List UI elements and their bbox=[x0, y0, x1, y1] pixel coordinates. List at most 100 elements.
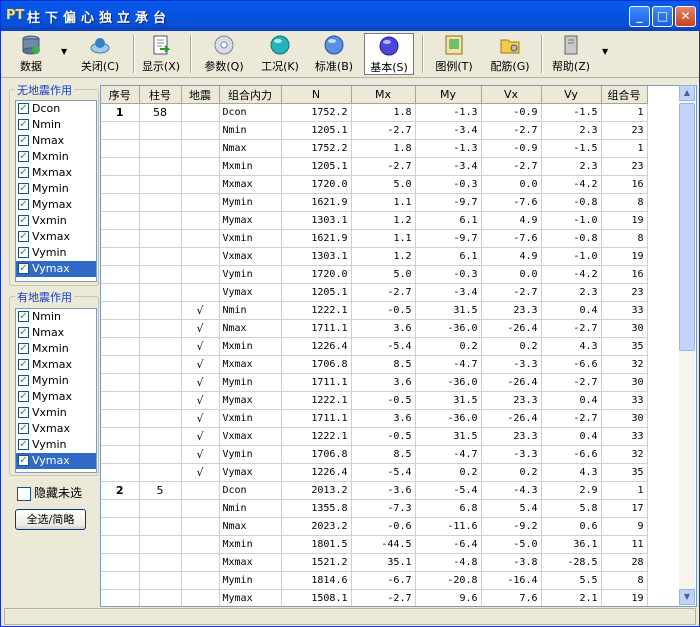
table-row[interactable]: √ Nmax 1711.1 3.6 -36.0 -26.4 -2.7 30 bbox=[101, 319, 648, 338]
table-row[interactable]: √ Mymax 1222.1 -0.5 31.5 23.3 0.4 33 bbox=[101, 391, 648, 410]
quake-item[interactable]: ✓ Nmax bbox=[16, 325, 96, 341]
quake-item[interactable]: ✓ Vymax bbox=[16, 453, 96, 469]
no-quake-item[interactable]: ✓ Vymin bbox=[16, 245, 96, 261]
table-row[interactable]: Mymax 1508.1 -2.7 9.6 7.6 2.1 19 bbox=[101, 589, 648, 606]
quake-item[interactable]: ✓ Mymax bbox=[16, 389, 96, 405]
column-header[interactable]: My bbox=[415, 86, 482, 104]
quake-item[interactable]: ✓ Mxmax bbox=[16, 357, 96, 373]
no-quake-item[interactable]: ✓ Mxmin bbox=[16, 149, 96, 165]
no-quake-list[interactable]: ✓ Dcon ✓ Nmin ✓ Nmax ✓ Mxmin ✓ Mxmax ✓ Mymin ✓ Mymax ✓… bbox=[15, 100, 97, 282]
no-quake-item[interactable]: ✓ Dcon bbox=[16, 101, 96, 117]
table-row[interactable]: Mxmax 1720.0 5.0 -0.3 0.0 -4.2 16 bbox=[101, 175, 648, 194]
column-header[interactable]: N bbox=[281, 86, 352, 104]
table-row[interactable]: Nmax 2023.2 -0.6 -11.6 -9.2 0.6 9 bbox=[101, 517, 648, 536]
checkbox-checked-icon[interactable]: ✓ bbox=[18, 311, 29, 322]
table-row[interactable]: Vxmin 1621.9 1.1 -9.7 -7.6 -0.8 8 bbox=[101, 229, 648, 248]
quake-item[interactable]: ✓ Mxmin bbox=[16, 341, 96, 357]
chevron-down-icon[interactable]: ▼ bbox=[602, 47, 608, 56]
checkbox-checked-icon[interactable]: ✓ bbox=[18, 375, 29, 386]
column-header[interactable]: 序号 bbox=[101, 86, 140, 104]
quake-item[interactable]: ✓ Nmin bbox=[16, 309, 96, 325]
table-row[interactable]: Nmin 1355.8 -7.3 6.8 5.4 5.8 17 bbox=[101, 499, 648, 518]
basic-button[interactable]: 基本(S) bbox=[364, 33, 414, 75]
checkbox-checked-icon[interactable]: ✓ bbox=[18, 167, 29, 178]
checkbox-checked-icon[interactable]: ✓ bbox=[18, 151, 29, 162]
maximize-button[interactable]: □ bbox=[652, 6, 673, 27]
table-row[interactable]: Mxmax 1521.2 35.1 -4.8 -3.8 -28.5 28 bbox=[101, 553, 648, 572]
hide-unselected-checkbox[interactable]: 隐藏未选 bbox=[17, 484, 82, 501]
table-row[interactable]: Vymax 1205.1 -2.7 -3.4 -2.7 2.3 23 bbox=[101, 283, 648, 302]
checkbox-checked-icon[interactable]: ✓ bbox=[18, 263, 29, 274]
data-button[interactable]: 数据 bbox=[11, 33, 51, 75]
table-row[interactable]: √ Vymax 1226.4 -5.4 0.2 0.2 4.3 35 bbox=[101, 463, 648, 482]
checkbox-checked-icon[interactable]: ✓ bbox=[18, 359, 29, 370]
table-row[interactable]: Mxmin 1801.5 -44.5 -6.4 -5.0 36.1 11 bbox=[101, 535, 648, 554]
checkbox-checked-icon[interactable]: ✓ bbox=[18, 439, 29, 450]
display-button[interactable]: 显示(X) bbox=[138, 33, 184, 75]
quake-item[interactable]: ✓ Vymin bbox=[16, 437, 96, 453]
table-row[interactable]: √ Vymin 1706.8 8.5 -4.7 -3.3 -6.6 32 bbox=[101, 445, 648, 464]
help-button[interactable]: 帮助(Z) bbox=[547, 33, 595, 75]
checkbox-checked-icon[interactable]: ✓ bbox=[18, 135, 29, 146]
table-row[interactable]: √ Mymin 1711.1 3.6 -36.0 -26.4 -2.7 30 bbox=[101, 373, 648, 392]
table-row[interactable]: Nmin 1205.1 -2.7 -3.4 -2.7 2.3 23 bbox=[101, 121, 648, 140]
checkbox-checked-icon[interactable]: ✓ bbox=[18, 231, 29, 242]
rebar-button[interactable]: 配筋(G) bbox=[486, 33, 534, 75]
quake-item[interactable]: ✓ Mymin bbox=[16, 373, 96, 389]
table-row[interactable]: Mxmin 1205.1 -2.7 -3.4 -2.7 2.3 23 bbox=[101, 157, 648, 176]
table-row[interactable]: Mymin 1814.6 -6.7 -20.8 -16.4 5.5 8 bbox=[101, 571, 648, 590]
table-row[interactable]: √ Vxmax 1222.1 -0.5 31.5 23.3 0.4 33 bbox=[101, 427, 648, 446]
table-row[interactable]: Vxmax 1303.1 1.2 6.1 4.9 -1.0 19 bbox=[101, 247, 648, 266]
checkbox-checked-icon[interactable]: ✓ bbox=[18, 215, 29, 226]
no-quake-item[interactable]: ✓ Nmax bbox=[16, 133, 96, 149]
title-bar[interactable]: PT 柱下偏心独立承台 _ □ ✕ bbox=[1, 1, 699, 31]
column-header[interactable]: 组合号 bbox=[601, 86, 648, 104]
checkbox-checked-icon[interactable]: ✓ bbox=[18, 119, 29, 130]
checkbox-checked-icon[interactable]: ✓ bbox=[18, 183, 29, 194]
scroll-up-arrow[interactable]: ▲ bbox=[679, 85, 695, 101]
chevron-down-icon[interactable]: ▼ bbox=[61, 47, 67, 56]
no-quake-item[interactable]: ✓ Mxmax bbox=[16, 165, 96, 181]
table-row[interactable]: √ Vxmin 1711.1 3.6 -36.0 -26.4 -2.7 30 bbox=[101, 409, 648, 428]
checkbox-checked-icon[interactable]: ✓ bbox=[18, 407, 29, 418]
checkbox-checked-icon[interactable]: ✓ bbox=[18, 343, 29, 354]
vertical-scrollbar[interactable]: ▲ ▼ bbox=[679, 85, 695, 605]
scroll-down-arrow[interactable]: ▼ bbox=[679, 589, 695, 605]
quake-list[interactable]: ✓ Nmin ✓ Nmax ✓ Mxmin ✓ Mxmax ✓ Mymin ✓ Mymax ✓ Vxmin… bbox=[15, 308, 97, 473]
no-quake-item[interactable]: ✓ Mymin bbox=[16, 181, 96, 197]
no-quake-item[interactable]: ✓ Vxmax bbox=[16, 229, 96, 245]
column-header[interactable]: Vx bbox=[481, 86, 542, 104]
close-file-button[interactable]: 关闭(C) bbox=[75, 33, 125, 75]
checkbox-checked-icon[interactable]: ✓ bbox=[18, 455, 29, 466]
checkbox-box[interactable] bbox=[17, 486, 31, 501]
minimize-button[interactable]: _ bbox=[629, 6, 650, 27]
table-row[interactable]: Vymin 1720.0 5.0 -0.3 0.0 -4.2 16 bbox=[101, 265, 648, 284]
table-row[interactable]: 2 5 Dcon 2013.2 -3.6 -5.4 -4.3 2.9 1 bbox=[101, 481, 648, 500]
column-header[interactable]: 组合内力 bbox=[219, 86, 282, 104]
checkbox-checked-icon[interactable]: ✓ bbox=[18, 199, 29, 210]
checkbox-checked-icon[interactable]: ✓ bbox=[18, 247, 29, 258]
no-quake-item[interactable]: ✓ Mymax bbox=[16, 197, 96, 213]
close-button[interactable]: ✕ bbox=[675, 6, 696, 27]
no-quake-item[interactable]: ✓ Vymax bbox=[16, 261, 96, 277]
checkbox-checked-icon[interactable]: ✓ bbox=[18, 391, 29, 402]
checkbox-checked-icon[interactable]: ✓ bbox=[18, 103, 29, 114]
select-all-button[interactable]: 全选/简略 bbox=[15, 509, 86, 530]
table-row[interactable]: √ Mxmax 1706.8 8.5 -4.7 -3.3 -6.6 32 bbox=[101, 355, 648, 374]
quake-item[interactable]: ✓ Vxmax bbox=[16, 421, 96, 437]
table-row[interactable]: Mymin 1621.9 1.1 -9.7 -7.6 -0.8 8 bbox=[101, 193, 648, 212]
column-header[interactable]: 柱号 bbox=[139, 86, 182, 104]
table-row[interactable]: 1 58 Dcon 1752.2 1.8 -1.3 -0.9 -1.5 1 bbox=[101, 103, 648, 122]
column-header[interactable]: Mx bbox=[351, 86, 416, 104]
table-row[interactable]: √ Nmin 1222.1 -0.5 31.5 23.3 0.4 33 bbox=[101, 301, 648, 320]
params-button[interactable]: 参数(Q) bbox=[200, 33, 248, 75]
checkbox-checked-icon[interactable]: ✓ bbox=[18, 423, 29, 434]
column-header[interactable]: Vy bbox=[541, 86, 602, 104]
no-quake-item[interactable]: ✓ Vxmin bbox=[16, 213, 96, 229]
results-table[interactable]: 序号 柱号 地震 组合内力 N Mx My Vx Vy 组合号 1 58 Dcon 1752.2 1.8-… bbox=[100, 85, 697, 607]
no-quake-item[interactable]: ✓ Nmin bbox=[16, 117, 96, 133]
table-row[interactable]: Mymax 1303.1 1.2 6.1 4.9 -1.0 19 bbox=[101, 211, 648, 230]
legend-button[interactable]: 图例(T) bbox=[430, 33, 478, 75]
table-row[interactable]: √ Mxmin 1226.4 -5.4 0.2 0.2 4.3 35 bbox=[101, 337, 648, 356]
standard-button[interactable]: 标准(B) bbox=[311, 33, 357, 75]
